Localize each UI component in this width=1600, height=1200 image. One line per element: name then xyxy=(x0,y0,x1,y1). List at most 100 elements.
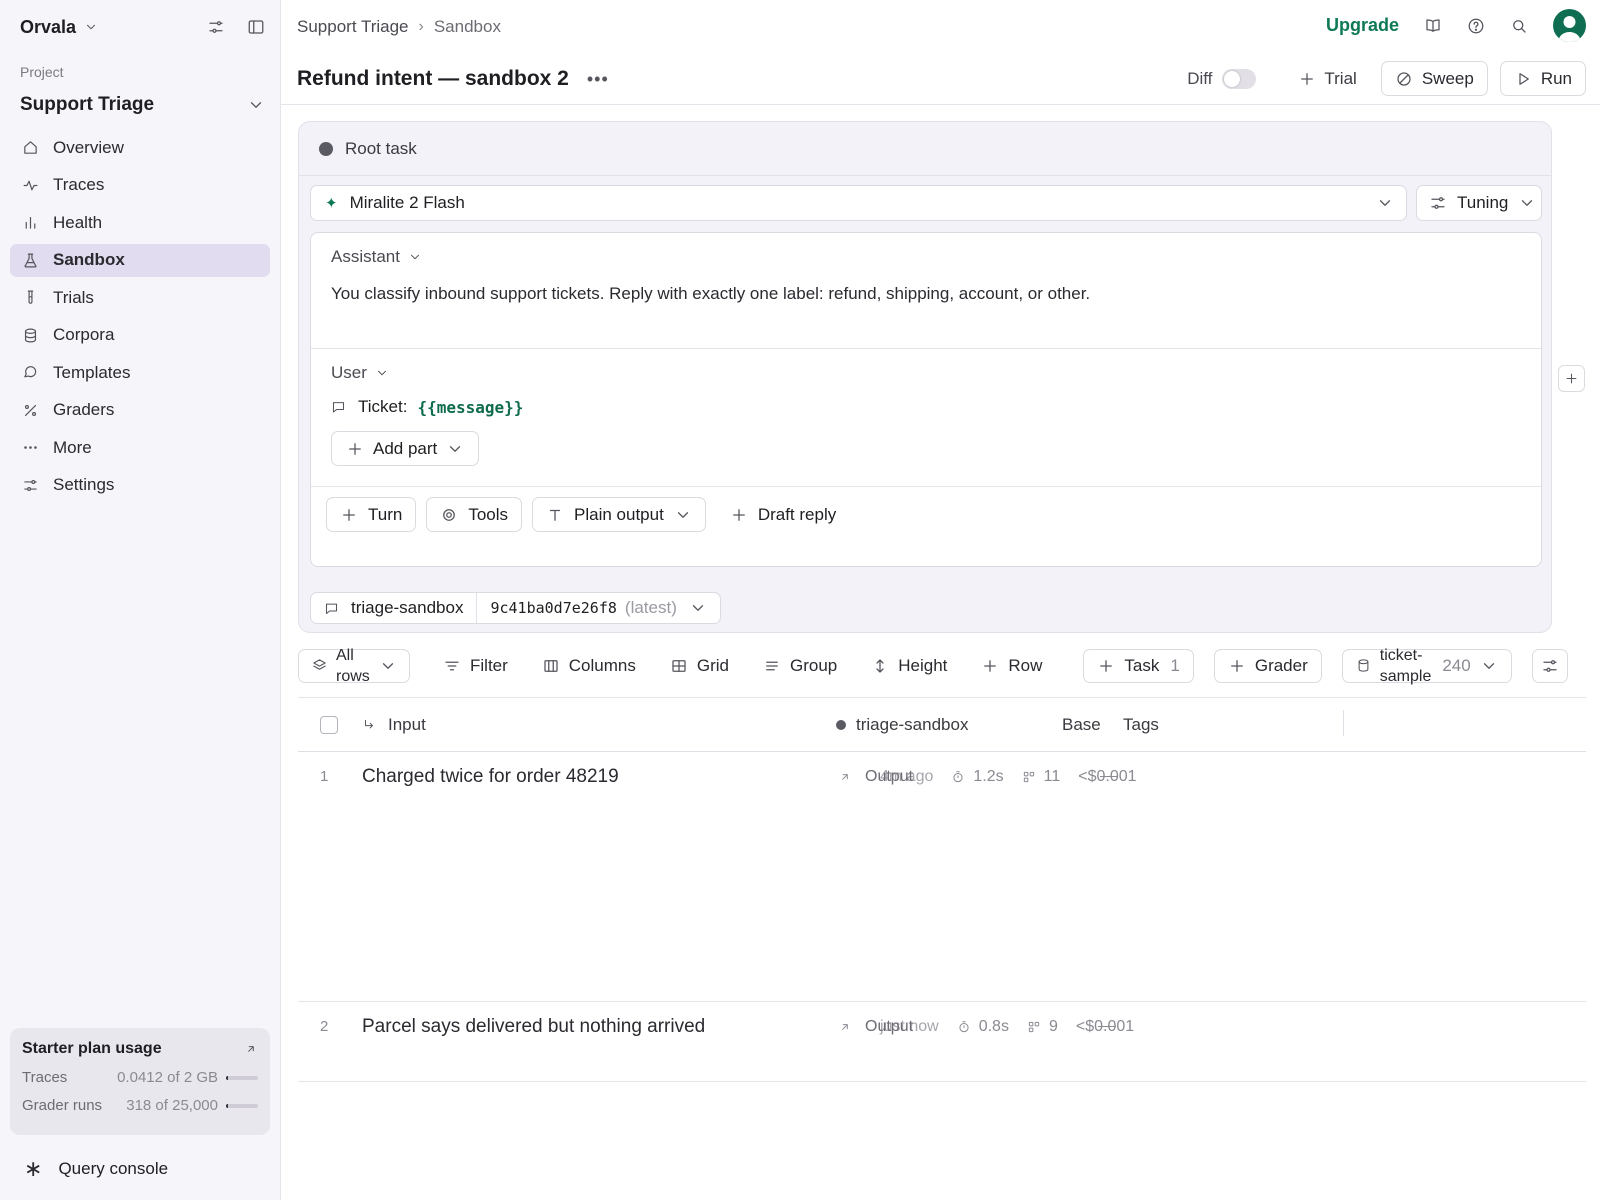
row-input[interactable]: Parcel says delivered but nothing arrive… xyxy=(362,1016,705,1038)
help-icon[interactable] xyxy=(1467,17,1485,35)
slash-circle-icon xyxy=(1395,70,1413,88)
view-settings-button[interactable] xyxy=(1531,648,1568,683)
book-icon[interactable] xyxy=(1424,17,1442,35)
sidebar-item-sandbox[interactable]: Sandbox xyxy=(10,243,270,277)
group-button[interactable]: Group xyxy=(750,649,850,683)
height-button[interactable]: Height xyxy=(858,649,960,683)
sidebar-item-settings[interactable]: Settings xyxy=(10,469,270,502)
role-select-assistant[interactable]: Assistant xyxy=(331,247,1521,267)
play-icon xyxy=(1514,70,1532,88)
avatar[interactable] xyxy=(1553,9,1586,42)
breadcrumb-project[interactable]: Support Triage xyxy=(297,17,409,37)
prompt-name[interactable]: triage-sandbox xyxy=(311,593,476,623)
add-turn-button[interactable]: Turn xyxy=(326,497,417,532)
tuning-button[interactable]: Tuning xyxy=(1416,185,1542,221)
arrow-up-right-icon[interactable] xyxy=(838,770,852,784)
add-grader-button[interactable]: Grader xyxy=(1213,648,1322,683)
breadcrumb-separator: › xyxy=(418,18,424,35)
add-row-button[interactable]: Row xyxy=(968,649,1055,683)
prompt-version-selector: triage-sandbox 9c41ba0d7e26f8 (latest) xyxy=(310,592,721,624)
column-header-sandbox[interactable]: triage-sandbox xyxy=(836,715,968,735)
row-filter-label: All rows xyxy=(336,645,370,687)
more-options-icon[interactable]: ••• xyxy=(587,69,609,90)
filter-icon xyxy=(443,657,461,675)
usage-row-traces: Traces 0.0412 of 2 GB xyxy=(22,1069,258,1086)
dataset-label: ticket-sample xyxy=(1380,645,1432,687)
output-format-select[interactable]: Plain output xyxy=(532,497,706,532)
vertical-arrows-icon xyxy=(871,657,889,675)
cost: <$0.001 xyxy=(1078,768,1136,786)
root-task-header[interactable]: Root task xyxy=(299,122,1551,176)
search-icon[interactable] xyxy=(1510,17,1528,35)
root-task-card: Root task ✦ Miralite 2 Flash Tuning Assi… xyxy=(298,121,1552,633)
user-message: User Ticket: {{message}} Add part xyxy=(311,349,1541,487)
sweep-button[interactable]: Sweep xyxy=(1380,61,1488,96)
sidebar-item-overview[interactable]: Overview xyxy=(10,131,270,164)
usage-value: 318 of 25,000 xyxy=(126,1097,218,1114)
run-button[interactable]: Run xyxy=(1499,61,1586,96)
sidebar-item-health[interactable]: Health xyxy=(10,206,270,239)
table-row[interactable]: 1 Charged twice for order 48219 4m ago O… xyxy=(298,752,1586,1002)
upgrade-link[interactable]: Upgrade xyxy=(1326,15,1399,36)
table-row[interactable]: 2 Parcel says delivered but nothing arri… xyxy=(298,1002,1586,1082)
sidebar-item-traces[interactable]: Traces xyxy=(10,169,270,202)
column-header-base[interactable]: Base xyxy=(1062,715,1101,735)
role-select-user[interactable]: User xyxy=(331,363,1521,383)
tools-button[interactable]: Tools xyxy=(426,497,523,532)
table-toolbar: All rows Filter Columns Grid Group Height… xyxy=(298,647,1600,685)
sliders-icon[interactable] xyxy=(207,18,225,36)
column-header-tags[interactable]: Tags xyxy=(1123,715,1159,735)
sliders-icon xyxy=(1541,657,1559,675)
assistant-message-text[interactable]: You classify inbound support tickets. Re… xyxy=(331,281,1111,306)
group-icon xyxy=(763,657,781,675)
row-filter-select[interactable]: All rows xyxy=(298,647,410,685)
column-header-input[interactable]: Input xyxy=(362,715,426,735)
arrow-up-right-icon[interactable] xyxy=(244,1042,258,1056)
sidebar-item-templates[interactable]: Templates xyxy=(10,356,270,389)
sidebar: Orvala Project Support Triage Overview T… xyxy=(0,0,281,1200)
project-switcher[interactable]: Support Triage xyxy=(20,92,265,118)
filter-button[interactable]: Filter xyxy=(430,649,521,683)
ellipsis-icon xyxy=(22,439,39,456)
home-icon xyxy=(22,139,39,156)
grid-button[interactable]: Grid xyxy=(657,649,742,683)
assistant-message: Assistant You classify inbound support t… xyxy=(311,233,1541,349)
corner-down-right-icon xyxy=(362,718,376,732)
add-part-button[interactable]: Add part xyxy=(331,431,480,466)
sidebar-item-label: Settings xyxy=(53,475,115,494)
user-message-text[interactable]: Ticket: {{message}} xyxy=(331,397,1521,417)
workspace-switcher[interactable]: Orvala xyxy=(20,14,265,40)
diff-toggle[interactable]: Diff xyxy=(1187,68,1257,89)
results-table: Input triage-sandbox Base Tags 1 Charged… xyxy=(298,697,1586,1200)
percent-icon xyxy=(22,402,39,419)
dataset-select[interactable]: ticket-sample 240 xyxy=(1341,647,1512,685)
sidebar-item-graders[interactable]: Graders xyxy=(10,394,270,427)
row-input[interactable]: Charged twice for order 48219 xyxy=(362,766,619,788)
sidebar-item-more[interactable]: More xyxy=(10,431,270,464)
task-dot xyxy=(836,719,846,730)
sidebar-nav: Overview Traces Health Sandbox Trials Co… xyxy=(10,131,270,506)
token-count: 9 xyxy=(1048,1018,1058,1035)
chevron-down-icon xyxy=(1376,194,1394,212)
bar-chart-icon xyxy=(22,214,39,231)
arrow-up-right-icon[interactable] xyxy=(838,1020,852,1034)
sidebar-toggle-icon[interactable] xyxy=(247,18,265,36)
column-divider[interactable] xyxy=(1343,710,1344,736)
draft-reply-button[interactable]: Draft reply xyxy=(715,497,851,532)
select-all-checkbox[interactable] xyxy=(320,715,338,734)
model-select[interactable]: ✦ Miralite 2 Flash xyxy=(310,185,1407,221)
add-task-side-button[interactable] xyxy=(1558,365,1585,392)
chevron-down-icon xyxy=(379,657,397,675)
version-select[interactable]: 9c41ba0d7e26f8 (latest) xyxy=(476,593,719,623)
row-number: 2 xyxy=(320,1018,329,1035)
add-task-button[interactable]: Task 1 xyxy=(1083,648,1194,683)
duration: 0.8s xyxy=(978,1018,1009,1035)
output-label: Output xyxy=(865,768,914,785)
sidebar-item-corpora[interactable]: Corpora xyxy=(10,319,270,352)
add-trial-button[interactable]: Trial xyxy=(1286,62,1368,96)
columns-button[interactable]: Columns xyxy=(529,649,649,683)
sidebar-item-trials[interactable]: Trials xyxy=(10,281,270,314)
toggle-switch[interactable] xyxy=(1222,68,1257,89)
query-console-link[interactable]: ∗ Query console xyxy=(24,1156,168,1182)
chevron-down-icon xyxy=(247,96,265,114)
